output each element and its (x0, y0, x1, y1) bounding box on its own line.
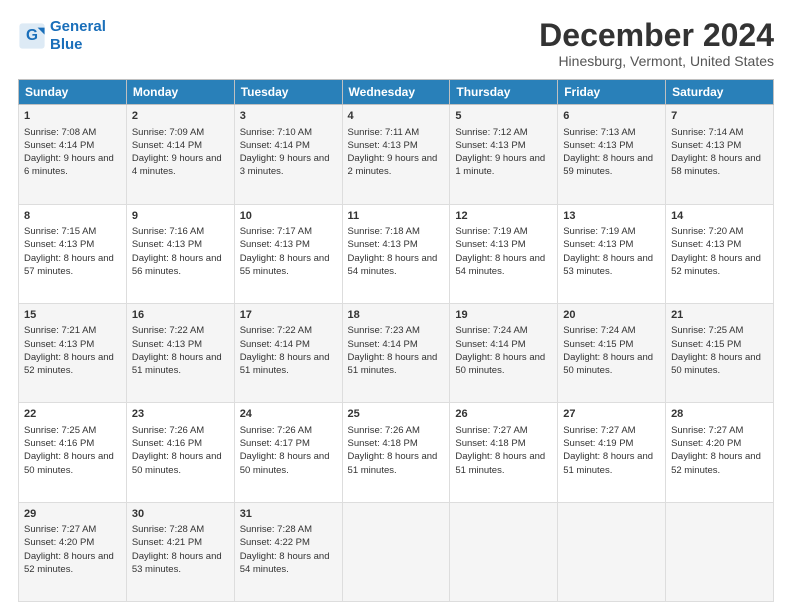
calendar-cell: 9Sunrise: 7:16 AM Sunset: 4:13 PM Daylig… (126, 204, 234, 303)
calendar-cell: 17Sunrise: 7:22 AM Sunset: 4:14 PM Dayli… (234, 303, 342, 402)
calendar-cell: 14Sunrise: 7:20 AM Sunset: 4:13 PM Dayli… (666, 204, 774, 303)
day-number: 15 (24, 308, 121, 323)
logo-text: General Blue (50, 18, 106, 54)
day-number: 9 (132, 209, 229, 224)
header-row: SundayMondayTuesdayWednesdayThursdayFrid… (19, 80, 774, 105)
page-title: December 2024 (539, 18, 774, 53)
title-block: December 2024 Hinesburg, Vermont, United… (539, 18, 774, 69)
day-number: 17 (240, 308, 337, 323)
day-number: 12 (455, 209, 552, 224)
day-number: 28 (671, 407, 768, 422)
week-row-3: 15Sunrise: 7:21 AM Sunset: 4:13 PM Dayli… (19, 303, 774, 402)
calendar-cell: 24Sunrise: 7:26 AM Sunset: 4:17 PM Dayli… (234, 403, 342, 502)
day-number: 13 (563, 209, 660, 224)
day-number: 5 (455, 109, 552, 124)
day-number: 3 (240, 109, 337, 124)
day-number: 27 (563, 407, 660, 422)
header-cell-thursday: Thursday (450, 80, 558, 105)
calendar-cell: 29Sunrise: 7:27 AM Sunset: 4:20 PM Dayli… (19, 502, 127, 601)
day-number: 31 (240, 507, 337, 522)
week-row-2: 8Sunrise: 7:15 AM Sunset: 4:13 PM Daylig… (19, 204, 774, 303)
calendar-cell: 30Sunrise: 7:28 AM Sunset: 4:21 PM Dayli… (126, 502, 234, 601)
calendar-cell: 6Sunrise: 7:13 AM Sunset: 4:13 PM Daylig… (558, 105, 666, 204)
day-number: 19 (455, 308, 552, 323)
calendar-cell: 10Sunrise: 7:17 AM Sunset: 4:13 PM Dayli… (234, 204, 342, 303)
header-cell-monday: Monday (126, 80, 234, 105)
day-number: 20 (563, 308, 660, 323)
day-number: 29 (24, 507, 121, 522)
calendar-cell: 12Sunrise: 7:19 AM Sunset: 4:13 PM Dayli… (450, 204, 558, 303)
page-subtitle: Hinesburg, Vermont, United States (539, 53, 774, 69)
calendar-cell: 11Sunrise: 7:18 AM Sunset: 4:13 PM Dayli… (342, 204, 450, 303)
day-number: 21 (671, 308, 768, 323)
calendar-cell: 8Sunrise: 7:15 AM Sunset: 4:13 PM Daylig… (19, 204, 127, 303)
calendar-cell (342, 502, 450, 601)
day-number: 22 (24, 407, 121, 422)
header-cell-tuesday: Tuesday (234, 80, 342, 105)
day-number: 2 (132, 109, 229, 124)
calendar-cell: 21Sunrise: 7:25 AM Sunset: 4:15 PM Dayli… (666, 303, 774, 402)
calendar-cell: 7Sunrise: 7:14 AM Sunset: 4:13 PM Daylig… (666, 105, 774, 204)
day-number: 14 (671, 209, 768, 224)
day-number: 18 (348, 308, 445, 323)
calendar-cell (450, 502, 558, 601)
calendar-cell: 2Sunrise: 7:09 AM Sunset: 4:14 PM Daylig… (126, 105, 234, 204)
calendar-cell (666, 502, 774, 601)
day-number: 1 (24, 109, 121, 124)
week-row-1: 1Sunrise: 7:08 AM Sunset: 4:14 PM Daylig… (19, 105, 774, 204)
header-cell-sunday: Sunday (19, 80, 127, 105)
logo-icon: G (18, 22, 46, 50)
calendar-cell: 25Sunrise: 7:26 AM Sunset: 4:18 PM Dayli… (342, 403, 450, 502)
calendar-cell: 20Sunrise: 7:24 AM Sunset: 4:15 PM Dayli… (558, 303, 666, 402)
day-number: 16 (132, 308, 229, 323)
calendar-cell: 19Sunrise: 7:24 AM Sunset: 4:14 PM Dayli… (450, 303, 558, 402)
calendar-cell: 4Sunrise: 7:11 AM Sunset: 4:13 PM Daylig… (342, 105, 450, 204)
day-number: 11 (348, 209, 445, 224)
day-number: 26 (455, 407, 552, 422)
logo: G General Blue (18, 18, 106, 54)
header: G General Blue December 2024 Hinesburg, … (18, 18, 774, 69)
calendar-table: SundayMondayTuesdayWednesdayThursdayFrid… (18, 79, 774, 602)
header-cell-wednesday: Wednesday (342, 80, 450, 105)
day-number: 8 (24, 209, 121, 224)
calendar-cell: 18Sunrise: 7:23 AM Sunset: 4:14 PM Dayli… (342, 303, 450, 402)
calendar-cell: 26Sunrise: 7:27 AM Sunset: 4:18 PM Dayli… (450, 403, 558, 502)
day-number: 10 (240, 209, 337, 224)
calendar-cell: 31Sunrise: 7:28 AM Sunset: 4:22 PM Dayli… (234, 502, 342, 601)
calendar-cell: 3Sunrise: 7:10 AM Sunset: 4:14 PM Daylig… (234, 105, 342, 204)
day-number: 24 (240, 407, 337, 422)
calendar-cell: 28Sunrise: 7:27 AM Sunset: 4:20 PM Dayli… (666, 403, 774, 502)
calendar-cell (558, 502, 666, 601)
calendar-cell: 5Sunrise: 7:12 AM Sunset: 4:13 PM Daylig… (450, 105, 558, 204)
svg-text:G: G (26, 27, 38, 44)
day-number: 7 (671, 109, 768, 124)
day-number: 23 (132, 407, 229, 422)
calendar-cell: 15Sunrise: 7:21 AM Sunset: 4:13 PM Dayli… (19, 303, 127, 402)
page: G General Blue December 2024 Hinesburg, … (0, 0, 792, 612)
calendar-cell: 23Sunrise: 7:26 AM Sunset: 4:16 PM Dayli… (126, 403, 234, 502)
day-number: 25 (348, 407, 445, 422)
calendar-cell: 1Sunrise: 7:08 AM Sunset: 4:14 PM Daylig… (19, 105, 127, 204)
day-number: 6 (563, 109, 660, 124)
week-row-5: 29Sunrise: 7:27 AM Sunset: 4:20 PM Dayli… (19, 502, 774, 601)
header-cell-saturday: Saturday (666, 80, 774, 105)
calendar-cell: 27Sunrise: 7:27 AM Sunset: 4:19 PM Dayli… (558, 403, 666, 502)
header-cell-friday: Friday (558, 80, 666, 105)
day-number: 30 (132, 507, 229, 522)
calendar-cell: 22Sunrise: 7:25 AM Sunset: 4:16 PM Dayli… (19, 403, 127, 502)
week-row-4: 22Sunrise: 7:25 AM Sunset: 4:16 PM Dayli… (19, 403, 774, 502)
calendar-cell: 16Sunrise: 7:22 AM Sunset: 4:13 PM Dayli… (126, 303, 234, 402)
day-number: 4 (348, 109, 445, 124)
calendar-cell: 13Sunrise: 7:19 AM Sunset: 4:13 PM Dayli… (558, 204, 666, 303)
